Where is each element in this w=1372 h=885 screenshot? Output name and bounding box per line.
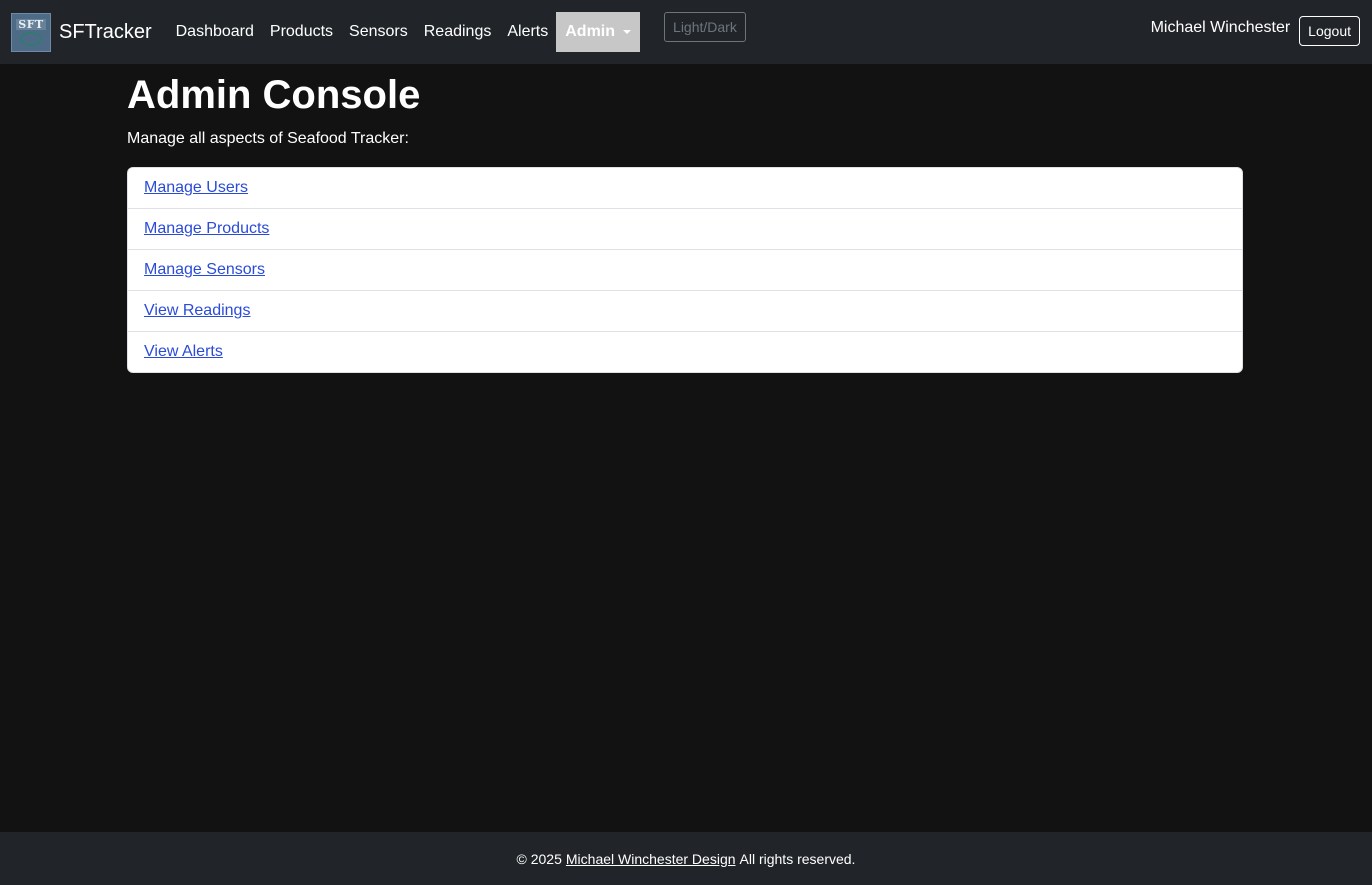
list-item: Manage Users bbox=[128, 168, 1242, 208]
logo-emblem bbox=[20, 31, 42, 46]
sft-logo-icon: SFT bbox=[11, 12, 51, 52]
logo-text: SFT bbox=[16, 17, 46, 31]
brand-link[interactable]: SFT SFTracker bbox=[11, 12, 152, 52]
footer-rights: All rights reserved. bbox=[739, 850, 856, 867]
caret-down-icon bbox=[623, 30, 632, 34]
nav-admin-label: Admin bbox=[565, 23, 616, 40]
view-readings-link[interactable]: View Readings bbox=[144, 302, 250, 320]
nav-alerts[interactable]: Alerts bbox=[499, 12, 556, 52]
page-subtitle: Manage all aspects of Seafood Tracker: bbox=[127, 130, 409, 147]
user-name: Michael Winchester bbox=[1150, 19, 1291, 36]
nav-admin-dropdown[interactable]: Admin bbox=[556, 12, 641, 52]
manage-products-link[interactable]: Manage Products bbox=[144, 220, 269, 238]
admin-menu-list: Manage Users Manage Products Manage Sens… bbox=[127, 167, 1243, 373]
nav-links: Dashboard Products Sensors Readings Aler… bbox=[168, 0, 746, 64]
main-content: Admin Console Manage all aspects of Seaf… bbox=[127, 70, 1243, 373]
footer-copyright: © 2025 bbox=[516, 850, 562, 867]
brand-name: SFTracker bbox=[59, 20, 152, 43]
list-item: Manage Sensors bbox=[128, 249, 1242, 290]
nav-readings[interactable]: Readings bbox=[416, 12, 500, 52]
list-item: Manage Products bbox=[128, 208, 1242, 249]
manage-users-link[interactable]: Manage Users bbox=[144, 179, 248, 197]
logout-button[interactable]: Logout bbox=[1299, 16, 1360, 46]
manage-sensors-link[interactable]: Manage Sensors bbox=[144, 261, 265, 279]
nav-dashboard[interactable]: Dashboard bbox=[168, 12, 262, 52]
list-item: View Readings bbox=[128, 290, 1242, 331]
theme-toggle-button[interactable]: Light/Dark bbox=[664, 12, 746, 42]
view-alerts-link[interactable]: View Alerts bbox=[144, 343, 223, 361]
navbar: SFT SFTracker Dashboard Products Sensors… bbox=[0, 0, 1372, 64]
nav-products[interactable]: Products bbox=[262, 12, 341, 52]
list-item: View Alerts bbox=[128, 331, 1242, 372]
user-area: Michael Winchester Logout bbox=[1151, 16, 1360, 46]
nav-sensors[interactable]: Sensors bbox=[341, 12, 416, 52]
footer-design-link[interactable]: Michael Winchester Design bbox=[566, 851, 736, 867]
footer: © 2025 Michael Winchester Design All rig… bbox=[0, 832, 1372, 885]
page-title: Admin Console bbox=[127, 73, 421, 117]
